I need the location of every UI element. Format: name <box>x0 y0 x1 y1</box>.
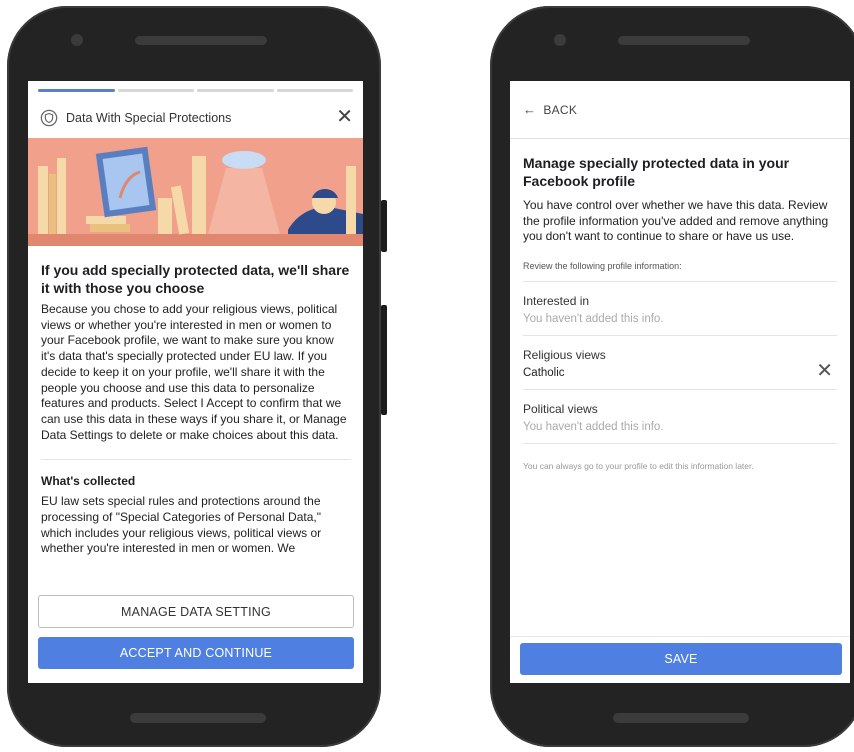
progress-step <box>197 89 274 92</box>
side-button <box>381 305 387 415</box>
save-button[interactable]: SAVE <box>520 643 842 675</box>
field-label: Interested in <box>523 294 590 309</box>
accept-continue-button[interactable]: ACCEPT AND CONTINUE <box>38 637 354 669</box>
footnote: You can always go to your profile to edi… <box>523 461 754 472</box>
section-title: What's collected <box>41 474 136 489</box>
close-icon[interactable]: ✕ <box>336 107 353 127</box>
manage-content: Manage specially protected data in your … <box>523 154 837 472</box>
field-value: You haven't added this info. <box>523 421 664 434</box>
bottom-speaker <box>130 713 266 723</box>
camera <box>554 34 566 46</box>
screen-right: ← BACK Manage specially protected data i… <box>510 81 850 683</box>
manage-data-button[interactable]: MANAGE DATA SETTING <box>38 595 354 628</box>
back-label: BACK <box>543 102 578 117</box>
body-text: You have control over whether we have th… <box>523 198 829 244</box>
progress-step <box>117 89 194 92</box>
progress-step <box>276 89 353 92</box>
field-religious-views[interactable]: Religious views Catholic ✕ <box>523 336 837 391</box>
screen-left: Data With Special Protections ✕ If you a… <box>28 81 363 683</box>
back-button[interactable]: ← BACK <box>510 81 850 139</box>
field-value: Catholic <box>523 367 565 380</box>
field-value: You haven't added this info. <box>523 313 664 326</box>
side-button <box>381 200 387 252</box>
progress-step <box>38 89 115 92</box>
field-label: Religious views <box>523 348 606 363</box>
review-label: Review the following profile information… <box>523 261 682 272</box>
bottom-speaker <box>613 713 749 723</box>
phone-right: ← BACK Manage specially protected data i… <box>490 6 854 747</box>
speaker <box>135 36 267 45</box>
back-arrow-icon: ← <box>523 102 537 117</box>
dialog-header: Data With Special Protections ✕ <box>28 99 363 137</box>
field-label: Political views <box>523 402 598 417</box>
illustration <box>28 138 363 246</box>
body-text: Because you chose to add your religious … <box>41 302 347 442</box>
shield-icon <box>40 109 58 127</box>
divider <box>41 459 351 461</box>
remove-icon[interactable]: ✕ <box>816 358 833 383</box>
section-text: EU law sets special rules and protection… <box>41 494 322 556</box>
field-political-views[interactable]: Political views You haven't added this i… <box>523 390 837 445</box>
dialog-content: If you add specially protected data, we'… <box>41 261 351 557</box>
illustration-banner <box>28 138 363 246</box>
field-interested-in[interactable]: Interested in You haven't added this inf… <box>523 282 837 337</box>
speaker <box>618 36 750 45</box>
page-title: If you add specially protected data, we'… <box>41 262 350 296</box>
stage: Data With Special Protections ✕ If you a… <box>0 0 854 752</box>
page-title: Manage specially protected data in your … <box>523 155 790 189</box>
phone-left: Data With Special Protections ✕ If you a… <box>7 6 381 747</box>
camera <box>71 34 83 46</box>
step-progress <box>38 89 353 92</box>
dialog-title: Data With Special Protections <box>66 111 232 125</box>
